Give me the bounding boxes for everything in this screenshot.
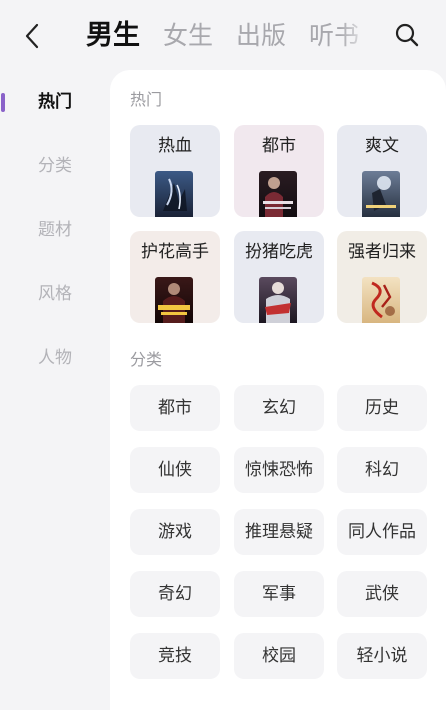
book-cover-image	[259, 277, 297, 323]
sidebar-item-label: 人物	[38, 348, 72, 368]
hot-tag-card[interactable]: 护花高手	[130, 231, 220, 323]
hot-tag-card[interactable]: 爽文	[337, 125, 427, 217]
hot-tag-card[interactable]: 强者归来	[337, 231, 427, 323]
card-label: 扮猪吃虎	[245, 242, 313, 262]
category-chip[interactable]: 竞技	[130, 633, 220, 679]
sidebar-item-theme[interactable]: 题材	[0, 210, 110, 250]
sidebar-item-character[interactable]: 人物	[0, 338, 110, 378]
hot-tag-card[interactable]: 热血	[130, 125, 220, 217]
category-chip[interactable]: 玄幻	[234, 385, 324, 431]
sidebar-item-label: 分类	[38, 156, 72, 176]
tabs-fade-overlay	[340, 14, 376, 58]
category-chip[interactable]: 惊悚恐怖	[234, 447, 324, 493]
gender-tabs: 男生 女生 出版 听书	[86, 14, 376, 58]
book-cover-image	[362, 171, 400, 217]
book-cover-image	[155, 171, 193, 217]
category-chip[interactable]: 武侠	[337, 571, 427, 617]
hot-tag-card[interactable]: 扮猪吃虎	[234, 231, 324, 323]
search-button[interactable]	[392, 20, 422, 50]
book-cover-image	[362, 277, 400, 323]
chevron-left-icon	[25, 23, 39, 49]
book-cover-image	[155, 277, 193, 323]
search-icon	[395, 23, 419, 47]
card-label: 强者归来	[348, 242, 416, 262]
hot-tag-card[interactable]: 都市	[234, 125, 324, 217]
card-label: 都市	[262, 136, 296, 156]
sidebar-item-label: 热门	[38, 92, 72, 112]
category-chip[interactable]: 科幻	[337, 447, 427, 493]
category-chip[interactable]: 奇幻	[130, 571, 220, 617]
active-indicator	[1, 93, 5, 112]
category-chip[interactable]: 同人作品	[337, 509, 427, 555]
category-chip[interactable]: 校园	[234, 633, 324, 679]
sidebar-item-style[interactable]: 风格	[0, 274, 110, 314]
back-button[interactable]	[18, 20, 46, 52]
card-label: 爽文	[365, 136, 399, 156]
card-label: 热血	[158, 136, 192, 156]
card-label: 护花高手	[141, 242, 209, 262]
category-sidebar: 热门 分类 题材 风格 人物	[0, 70, 110, 692]
category-chip[interactable]: 轻小说	[337, 633, 427, 679]
section-title-category: 分类	[130, 350, 163, 369]
sidebar-item-category[interactable]: 分类	[0, 146, 110, 186]
category-chip[interactable]: 军事	[234, 571, 324, 617]
section-title-hot: 热门	[130, 90, 163, 109]
tab-female[interactable]: 女生	[163, 14, 213, 58]
tab-publish[interactable]: 出版	[236, 14, 286, 58]
sidebar-item-hot[interactable]: 热门	[0, 82, 110, 122]
top-header: 男生 女生 出版 听书	[0, 0, 446, 70]
sidebar-item-label: 风格	[38, 284, 72, 304]
content-panel: 热门 热血 都市 爽文 护花高手 扮猪吃虎 强者归来 分类 都市 玄幻 历史 仙…	[110, 70, 446, 710]
sidebar-item-label: 题材	[38, 220, 72, 240]
book-cover-image	[259, 171, 297, 217]
category-chip[interactable]: 仙侠	[130, 447, 220, 493]
category-chip[interactable]: 推理悬疑	[234, 509, 324, 555]
category-chip[interactable]: 游戏	[130, 509, 220, 555]
category-chip[interactable]: 历史	[337, 385, 427, 431]
tab-male[interactable]: 男生	[86, 14, 140, 58]
category-chip[interactable]: 都市	[130, 385, 220, 431]
